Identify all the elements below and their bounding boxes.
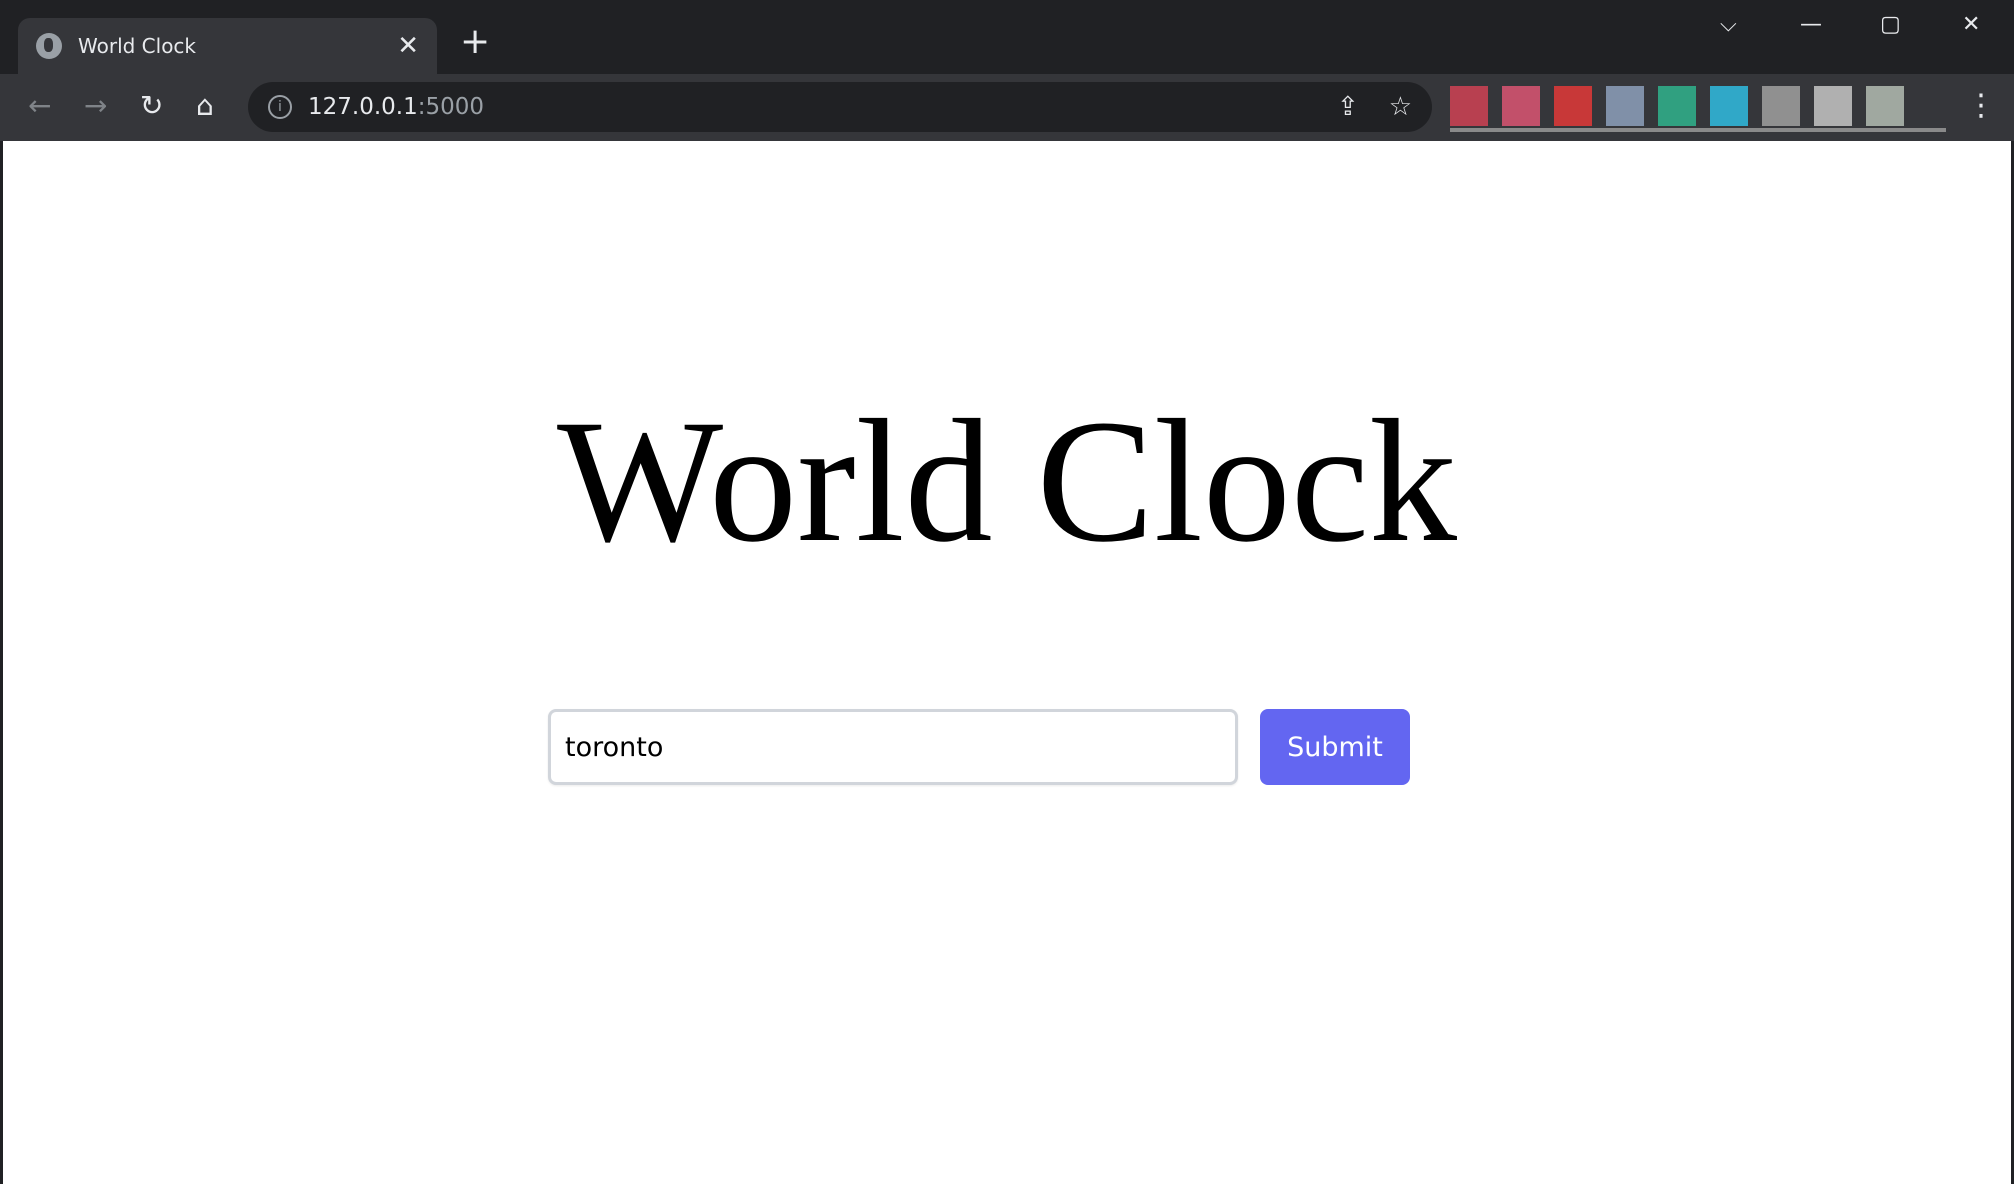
tab-search-icon[interactable]: ⌵ [1720,12,1737,37]
page-title: World Clock [557,384,1457,579]
extension-icon[interactable] [1554,86,1592,126]
share-icon[interactable]: ⇪ [1337,92,1359,122]
minimize-button[interactable]: — [1800,12,1822,37]
reload-button[interactable]: ↻ [140,92,163,120]
extension-icon[interactable] [1762,86,1800,126]
tab-close-icon[interactable]: ✕ [397,31,419,61]
globe-icon [36,33,62,59]
maximize-button[interactable]: ▢ [1880,12,1901,37]
site-info-icon[interactable]: i [268,95,292,119]
extension-icon[interactable] [1814,86,1852,126]
extension-icon[interactable] [1658,86,1696,126]
new-tab-button[interactable]: + [460,24,490,60]
extension-icon[interactable] [1450,86,1488,126]
address-bar[interactable]: i 127.0.0.1 :5000 ⇪ ☆ [248,82,1432,132]
extension-icon[interactable] [1866,86,1904,126]
extensions-area [1450,84,1946,132]
browser-toolbar: ← → ↻ ⌂ i 127.0.0.1 :5000 ⇪ ☆ ⋮ [0,74,2014,141]
close-window-button[interactable]: ✕ [1962,12,1980,37]
forward-button[interactable]: → [84,92,107,120]
back-button[interactable]: ← [28,92,51,120]
bookmark-star-icon[interactable]: ☆ [1389,92,1412,122]
city-input[interactable] [548,709,1238,785]
browser-menu-icon[interactable]: ⋮ [1966,88,1996,123]
tab-strip: World Clock ✕ + ⌵ — ▢ ✕ [0,0,2014,74]
extension-icon[interactable] [1502,86,1540,126]
extension-icon[interactable] [1710,86,1748,126]
tab-world-clock[interactable]: World Clock ✕ [18,18,437,74]
extension-icon[interactable] [1606,86,1644,126]
url-host: 127.0.0.1 [308,94,418,120]
tab-title: World Clock [78,34,197,58]
url-port: :5000 [417,94,485,120]
home-button[interactable]: ⌂ [196,92,214,120]
page-content: World Clock Submit [3,141,2011,1184]
submit-button[interactable]: Submit [1260,709,1410,785]
